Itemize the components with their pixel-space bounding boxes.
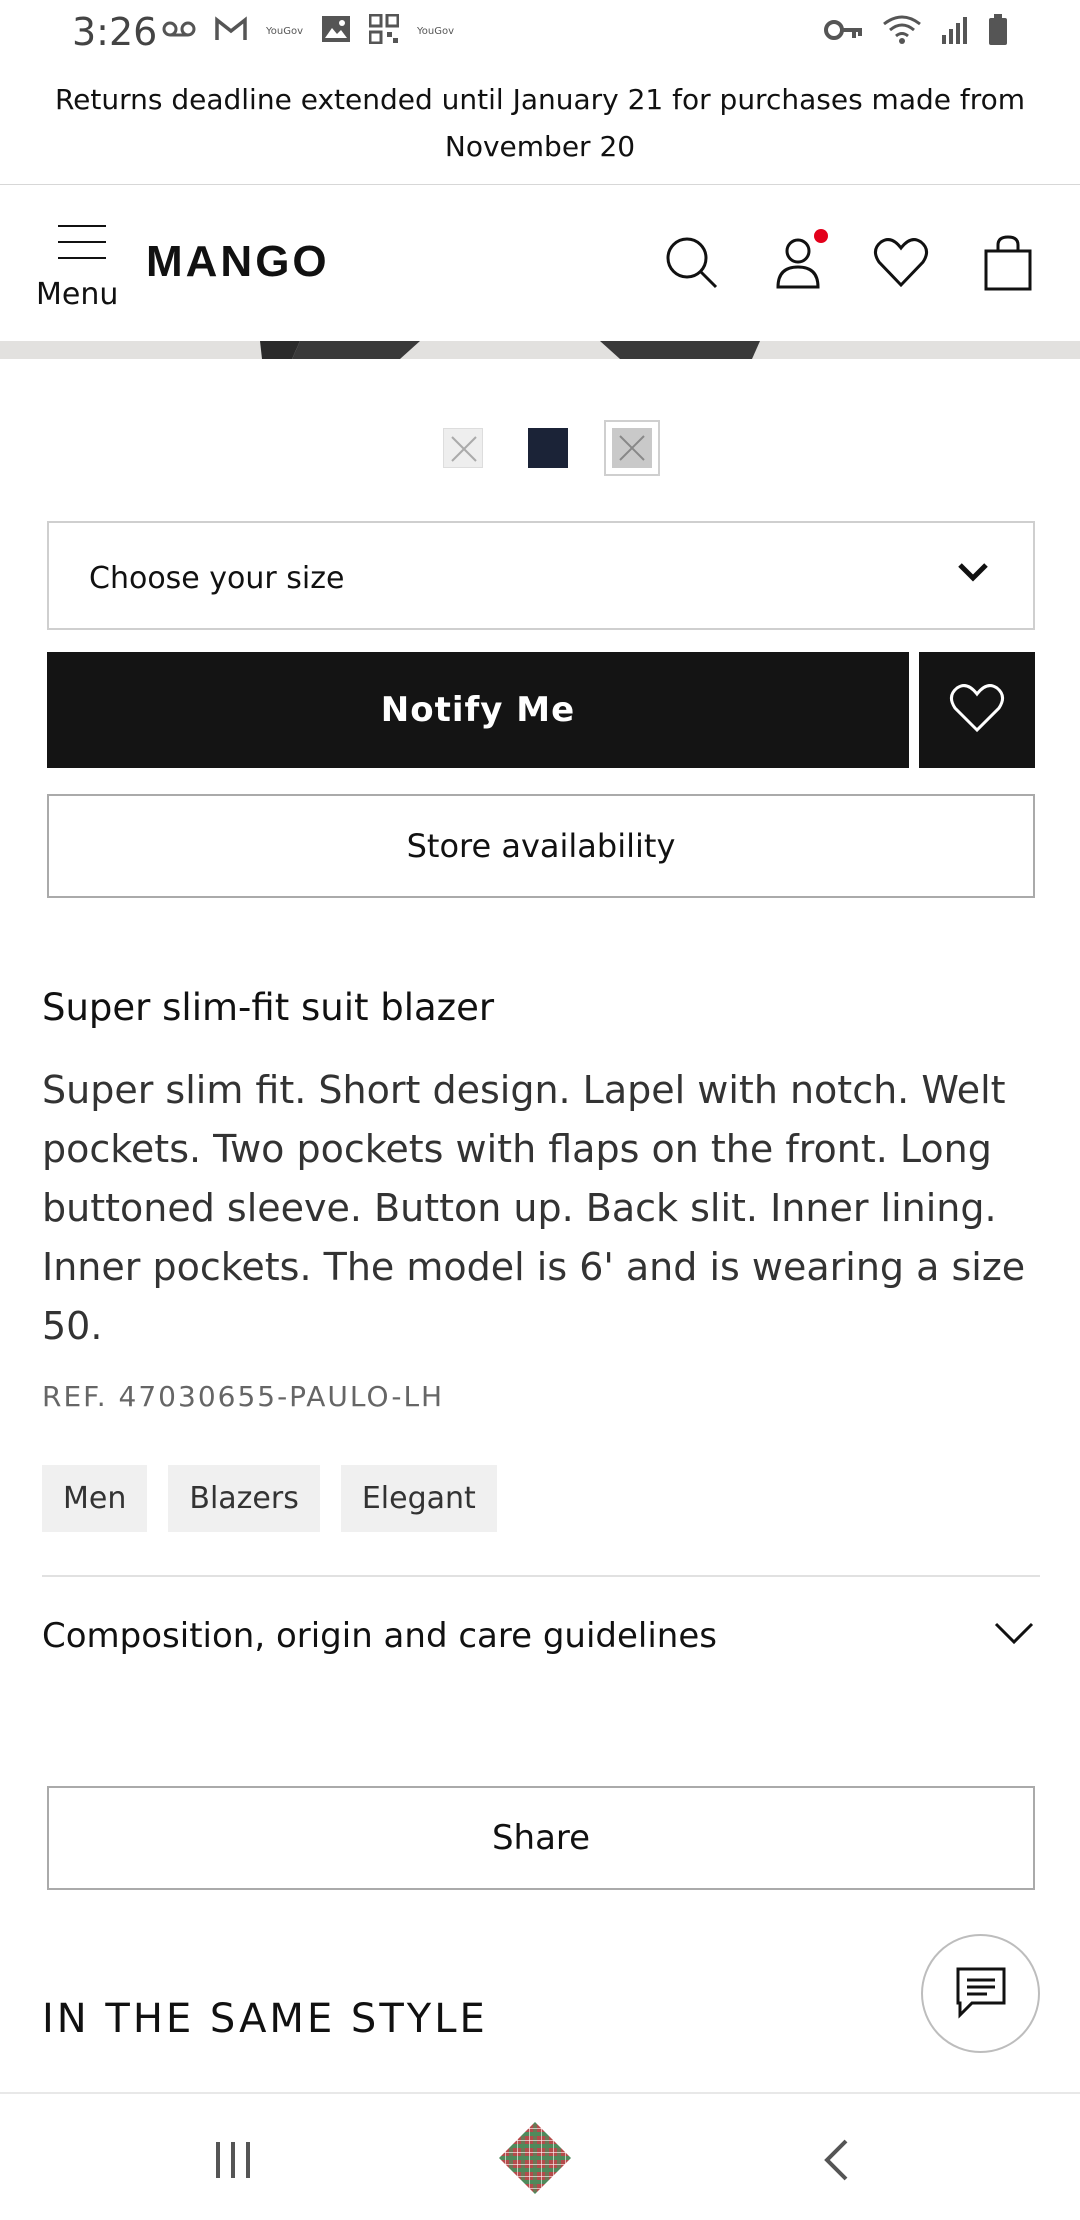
status-left-icons: YouGov YouGov xyxy=(162,13,455,48)
gmail-icon xyxy=(214,16,248,46)
key-icon xyxy=(824,18,864,46)
qr-code-icon xyxy=(368,13,400,48)
wifi-icon xyxy=(882,14,922,50)
heart-icon xyxy=(949,682,1005,738)
product-reference: REF. 47030655-PAULO-LH xyxy=(42,1380,445,1413)
size-select[interactable]: Choose your size xyxy=(47,521,1035,630)
chat-button[interactable] xyxy=(921,1934,1040,2053)
product-description: Super slim fit. Short design. Lapel with… xyxy=(42,1068,1026,1348)
add-to-wishlist-button[interactable] xyxy=(919,652,1035,768)
color-swatch-unavailable[interactable] xyxy=(443,428,483,468)
tag-elegant[interactable]: Elegant xyxy=(340,1465,497,1532)
tag-men[interactable]: Men xyxy=(42,1465,148,1532)
home-icon[interactable] xyxy=(497,2120,573,2196)
search-icon[interactable] xyxy=(664,235,720,291)
yougov-icon: YouGov xyxy=(266,25,304,37)
tag-blazers[interactable]: Blazers xyxy=(168,1465,320,1532)
announcement-banner[interactable]: Returns deadline extended until January … xyxy=(40,76,1040,170)
recents-icon[interactable] xyxy=(212,2140,256,2184)
voicemail-icon xyxy=(162,19,196,43)
menu-button[interactable]: Menu xyxy=(36,225,126,312)
bag-icon[interactable] xyxy=(980,235,1036,291)
product-tags: Men Blazers Elegant xyxy=(42,1465,497,1532)
notify-me-button[interactable]: Notify Me xyxy=(47,652,909,768)
battery-icon xyxy=(988,14,1008,50)
chat-icon xyxy=(954,1965,1008,2023)
status-right-icons xyxy=(824,14,1008,50)
yougov-icon: YouGov xyxy=(417,25,455,37)
chevron-down-icon xyxy=(957,561,989,587)
status-bar: 3:26 YouGov YouGov xyxy=(0,0,1080,66)
color-swatch-selected[interactable] xyxy=(604,420,660,476)
gallery-icon xyxy=(321,15,351,47)
wishlist-icon[interactable] xyxy=(873,235,929,291)
store-availability-button[interactable]: Store availability xyxy=(47,794,1035,898)
color-swatches xyxy=(0,420,1080,476)
product-title: Super slim-fit suit blazer xyxy=(42,986,495,1029)
system-nav-bar xyxy=(0,2092,1080,2220)
account-icon[interactable] xyxy=(770,229,828,291)
composition-accordion[interactable]: Composition, origin and care guidelines xyxy=(42,1610,1040,1666)
accordion-label: Composition, origin and care guidelines xyxy=(42,1616,717,1656)
signal-icon xyxy=(940,15,970,49)
size-select-label: Choose your size xyxy=(89,561,345,596)
status-time: 3:26 xyxy=(72,10,158,54)
divider xyxy=(42,1575,1040,1577)
mango-logo[interactable]: MANGO xyxy=(146,237,330,287)
color-swatch-navy[interactable] xyxy=(528,428,568,468)
menu-label: Menu xyxy=(36,277,119,312)
back-icon[interactable] xyxy=(822,2138,850,2186)
notification-dot xyxy=(814,229,828,243)
section-heading-same-style: IN THE SAME STYLE xyxy=(42,1996,488,2042)
chevron-down-icon xyxy=(994,1620,1034,1650)
product-image-strip[interactable] xyxy=(0,341,1080,359)
header: Menu MANGO xyxy=(0,185,1080,341)
hamburger-icon xyxy=(58,225,106,273)
share-button[interactable]: Share xyxy=(47,1786,1035,1890)
